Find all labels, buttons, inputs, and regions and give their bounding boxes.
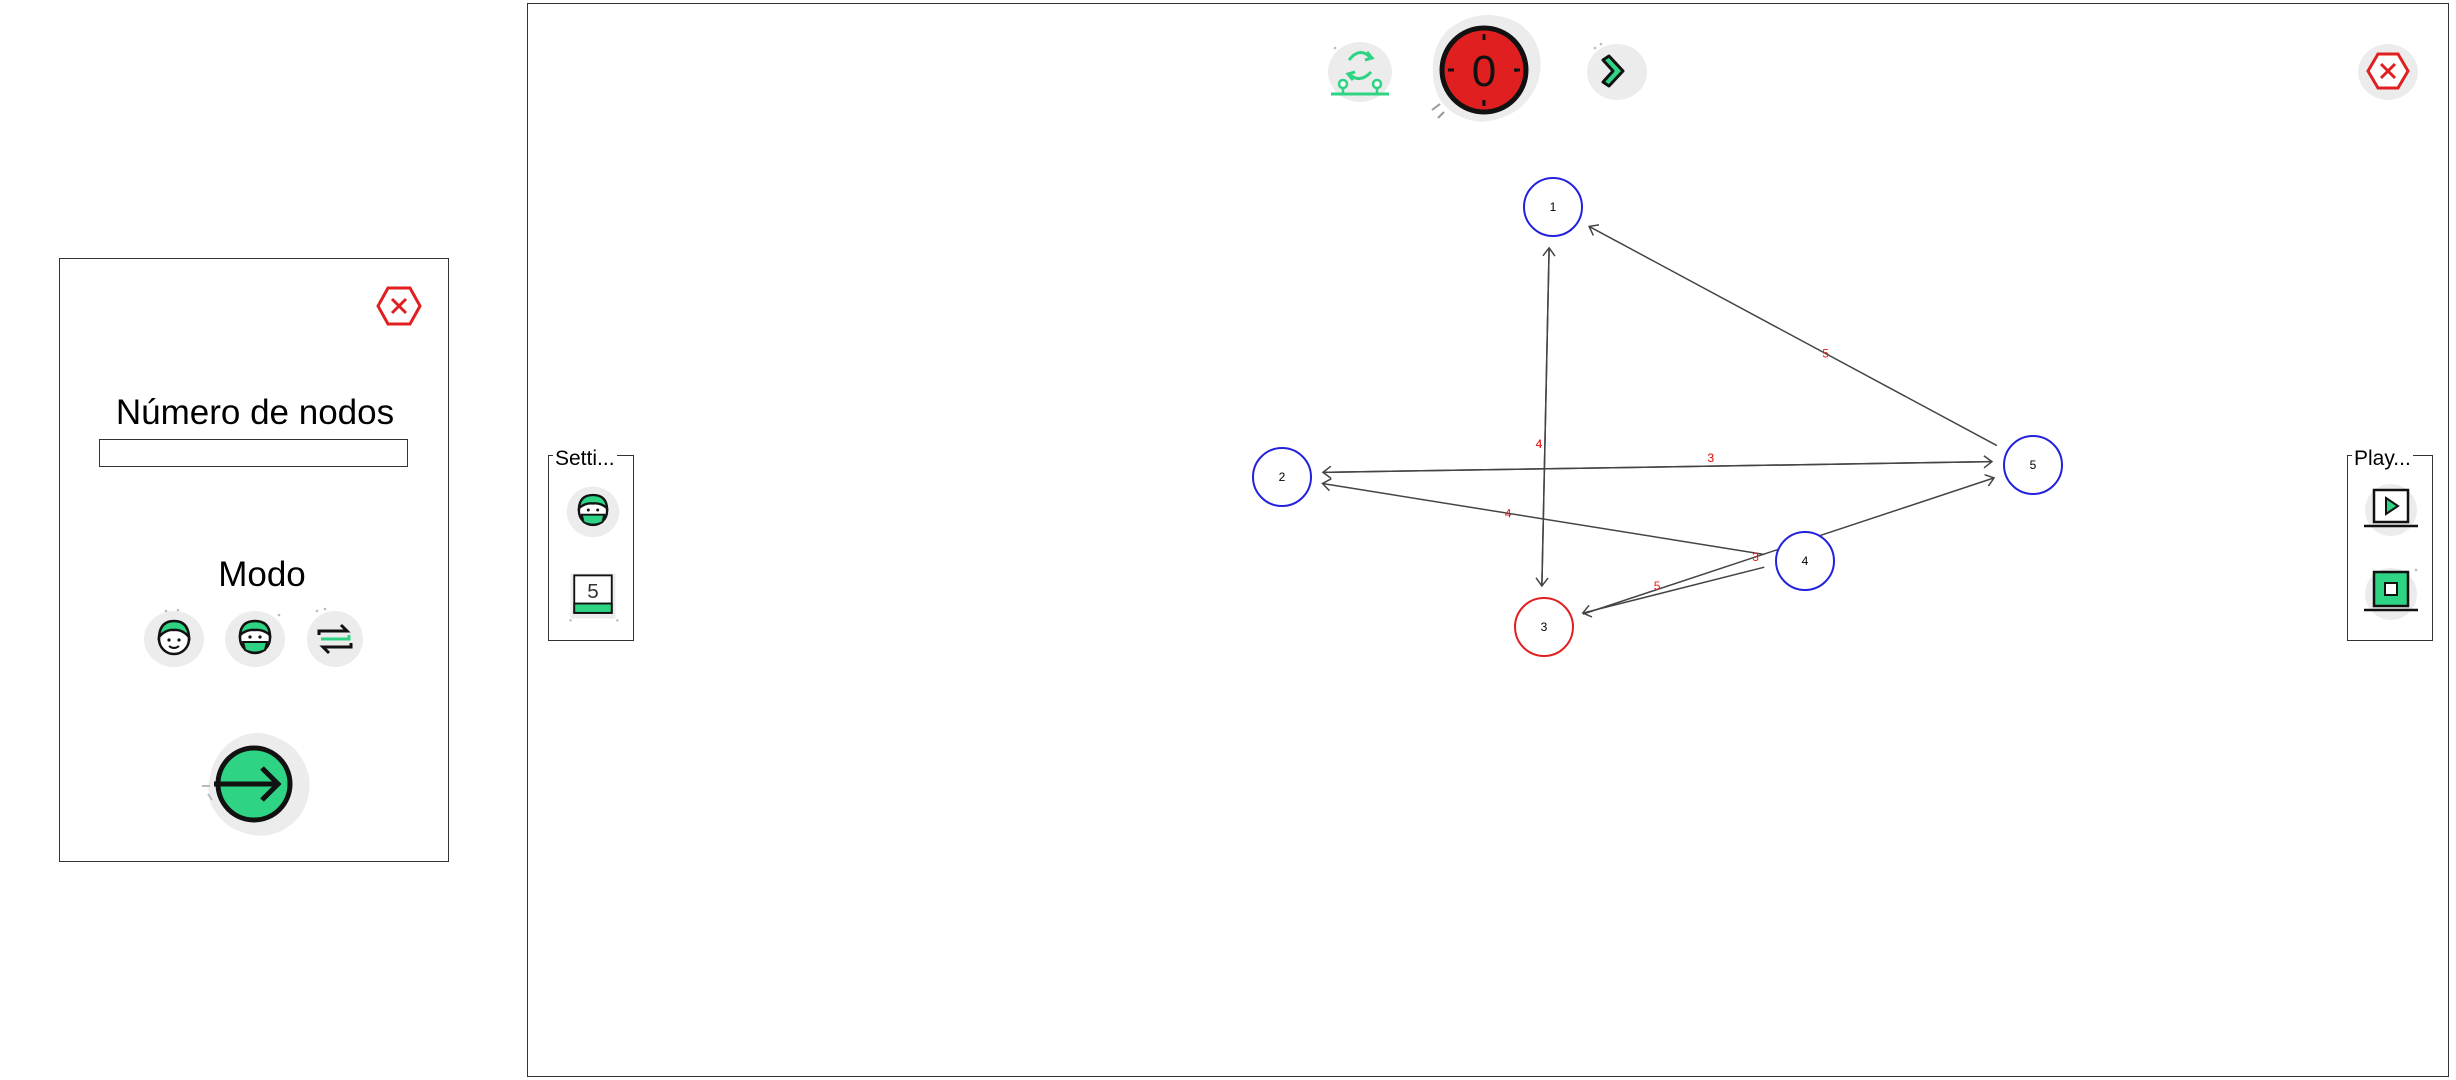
node-label: 4 [1802, 554, 1809, 568]
edge-weight-label: 5 [1822, 347, 1829, 361]
mode-masked-person-button[interactable] [223, 605, 287, 669]
arrow-right-circle-icon [202, 732, 310, 836]
nodes-count-label: Número de nodos [115, 393, 395, 432]
node-label: 1 [1550, 200, 1557, 214]
mode-label: Modo [218, 555, 306, 594]
enter-button[interactable] [198, 724, 316, 842]
edge-weight-label: 3 [1752, 550, 1759, 564]
mode-swap-button[interactable] [303, 605, 367, 669]
graph-node[interactable]: 3 [1514, 597, 1574, 657]
edge-weight-label: 5 [1654, 579, 1661, 593]
mode-person-button[interactable] [142, 605, 206, 669]
graph-edge [1582, 566, 1765, 614]
swap-mode-icon [307, 607, 363, 667]
setup-dialog: Número de nodos Modo [59, 258, 449, 862]
node-label: 5 [2030, 458, 2037, 472]
graph-node[interactable]: 4 [1775, 531, 1835, 591]
close-icon [376, 286, 422, 326]
graph-canvas[interactable]: 4453343512345 [528, 4, 2448, 1076]
graph-node[interactable]: 2 [1252, 447, 1312, 507]
graph-node[interactable]: 1 [1523, 177, 1583, 237]
edge-weight-label: 4 [1505, 506, 1512, 520]
edge-weight-label: 4 [1536, 437, 1543, 451]
graph-canvas-panel: 0 Setti... 5 Play... 4 4 5 3 3 4 3 5 1 2… [527, 3, 2449, 1077]
node-label: 2 [1279, 470, 1286, 484]
person-mode-icon [144, 608, 204, 667]
nodes-count-input[interactable] [99, 439, 408, 467]
masked-person-mode-icon [225, 611, 285, 667]
dialog-close-button[interactable] [374, 281, 424, 331]
graph-node[interactable]: 5 [2003, 435, 2063, 495]
node-label: 3 [1541, 620, 1548, 634]
edge-weight-label: 3 [1707, 451, 1714, 465]
graph-edge [1541, 247, 1550, 586]
graph-edge [1588, 225, 1998, 447]
graph-edge [1322, 460, 1992, 474]
